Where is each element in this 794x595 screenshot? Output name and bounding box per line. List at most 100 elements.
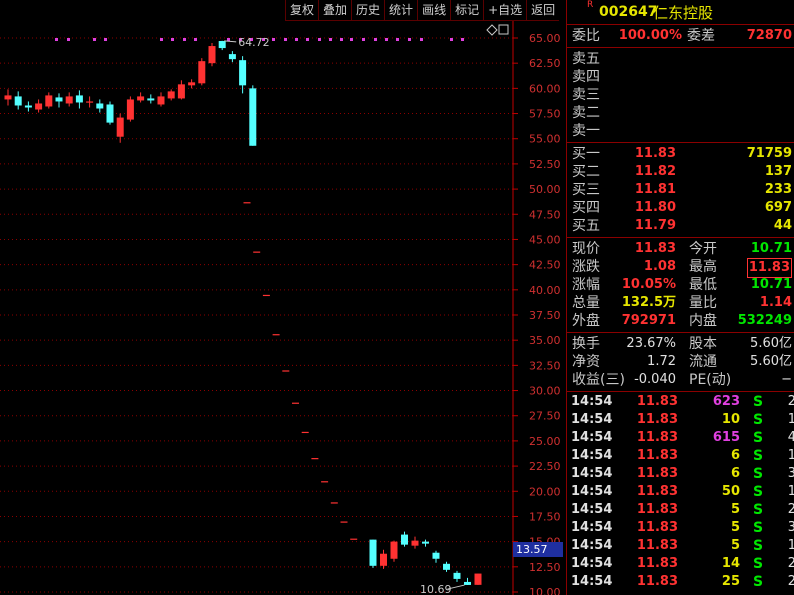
y-tick-label: 32.50: [529, 359, 561, 372]
trade-count: 4: [787, 430, 794, 445]
trade-price: 11.83: [636, 430, 678, 445]
y-tick-label: 12.50: [529, 561, 561, 574]
buy-level: 买二 11.82 137: [567, 163, 794, 181]
stat-label: PE(动): [689, 372, 732, 388]
trade-time: 14:54: [571, 538, 613, 553]
candle-body: [330, 502, 338, 504]
statistics-button[interactable]: 统计: [384, 0, 417, 20]
trade-volume: 10: [721, 412, 740, 427]
mark-button[interactable]: 标记: [450, 0, 483, 20]
candle-body: [55, 97, 63, 102]
buy-book: 买一 11.83 71759 买二 11.82 137 买三 11.81 233 买四 11.80 6…: [567, 143, 794, 237]
trade-row: 14:54 11.83 5 S 3: [567, 519, 794, 537]
y-tick-label: 42.50: [529, 259, 561, 272]
y-tick-label: 47.50: [529, 208, 561, 221]
candle-body: [35, 103, 43, 110]
stat-value: 1.14: [759, 295, 792, 310]
overlay-button[interactable]: 叠加: [318, 0, 351, 20]
trade-count: 1: [787, 448, 794, 463]
signal-marker: [295, 38, 298, 41]
candle-body: [239, 60, 247, 86]
signal-marker: [160, 38, 163, 41]
stat-row: 外盘 792971 内盘 532249: [567, 312, 794, 330]
signal-marker: [67, 38, 70, 41]
weibi-value: 100.00%: [618, 28, 682, 43]
r-mark: R: [587, 0, 594, 10]
buy-level-volume: 44: [773, 218, 792, 233]
candle-body: [147, 98, 155, 101]
sell-level-label: 卖五: [572, 51, 600, 67]
stat-label: 净资: [572, 354, 600, 370]
trade-count: 1: [787, 412, 794, 427]
buy-level-label: 买二: [572, 164, 600, 180]
trade-count: 3: [787, 466, 794, 481]
signal-marker: [227, 38, 230, 41]
trade-time: 14:54: [571, 574, 613, 589]
candle-body: [4, 95, 12, 100]
restore-rights-button[interactable]: 复权: [285, 0, 318, 20]
y-tick-label: 45.00: [529, 233, 561, 246]
trade-price: 11.83: [636, 484, 678, 499]
signal-marker: [272, 38, 275, 41]
stat-value: 792971: [621, 313, 676, 328]
fundamental-row: 净资 1.72 流通 5.60亿: [567, 353, 794, 371]
trade-side: S: [753, 412, 764, 428]
buy-level-price: 11.83: [634, 146, 676, 161]
trade-price: 11.83: [636, 538, 678, 553]
signal-marker: [104, 38, 107, 41]
draw-line-button[interactable]: 画线: [417, 0, 450, 20]
candle-body: [390, 541, 398, 559]
kline-chart[interactable]: 65.00 62.50 60.00 57.50 55.00 52.50 50.00 47.50…: [0, 0, 566, 595]
trade-count: 2: [787, 574, 794, 589]
y-tick-label: 10.00: [529, 586, 561, 595]
stat-label: 股本: [689, 336, 717, 352]
kline-chart-area[interactable]: 65.00 62.50 60.00 57.50 55.00 52.50 50.00 47.50…: [0, 0, 566, 595]
weibi-label: 委比: [572, 28, 600, 44]
candle-body: [75, 95, 83, 103]
candle-body: [262, 294, 270, 297]
signal-marker: [171, 38, 174, 41]
trade-time: 14:54: [571, 520, 613, 535]
buy-level-volume: 71759: [746, 146, 792, 161]
trade-row: 14:54 11.83 10 S 1: [567, 411, 794, 429]
trade-volume: 5: [730, 502, 740, 517]
trade-side: S: [753, 574, 764, 590]
trade-side: S: [753, 430, 764, 446]
candle-body: [126, 99, 134, 120]
trade-price: 11.83: [636, 574, 678, 589]
signal-marker: [461, 38, 464, 41]
trade-volume: 5: [730, 520, 740, 535]
trade-count: 2: [787, 502, 794, 517]
buy-level-volume: 233: [764, 182, 792, 197]
candle-body: [422, 541, 429, 544]
candle-body: [311, 458, 319, 460]
candle-body: [14, 96, 22, 106]
stat-label: 总量: [572, 295, 600, 311]
buy-level-price: 11.80: [634, 200, 676, 215]
trade-volume: 6: [730, 448, 740, 463]
add-watchlist-button[interactable]: +自选: [483, 0, 526, 20]
trade-time: 14:54: [571, 484, 613, 499]
buy-level-label: 买五: [572, 218, 600, 234]
stat-value: 11.83: [746, 258, 792, 278]
trade-row: 14:54 11.83 5 S 2: [567, 501, 794, 519]
sell-level: 卖二: [567, 104, 794, 122]
stat-label: 流通: [689, 354, 717, 370]
sell-level-label: 卖二: [572, 105, 600, 121]
stock-name: 仁东控股: [653, 4, 714, 22]
signal-marker: [420, 38, 423, 41]
stat-label: 内盘: [689, 313, 717, 329]
y-tick-label: 55.00: [529, 133, 561, 146]
sell-level: 卖四: [567, 68, 794, 86]
candle-body: [167, 91, 175, 99]
window-icon: [498, 24, 509, 35]
candle-body: [116, 117, 124, 137]
candle-body: [86, 101, 94, 103]
current-price-tag: 13.57: [513, 542, 563, 557]
trade-volume: 615: [712, 430, 740, 445]
candle-body: [249, 88, 257, 146]
back-button[interactable]: 返回: [526, 0, 559, 20]
buy-level-label: 买三: [572, 182, 600, 198]
stat-label: 涨跌: [572, 259, 600, 275]
history-button[interactable]: 历史: [351, 0, 384, 20]
